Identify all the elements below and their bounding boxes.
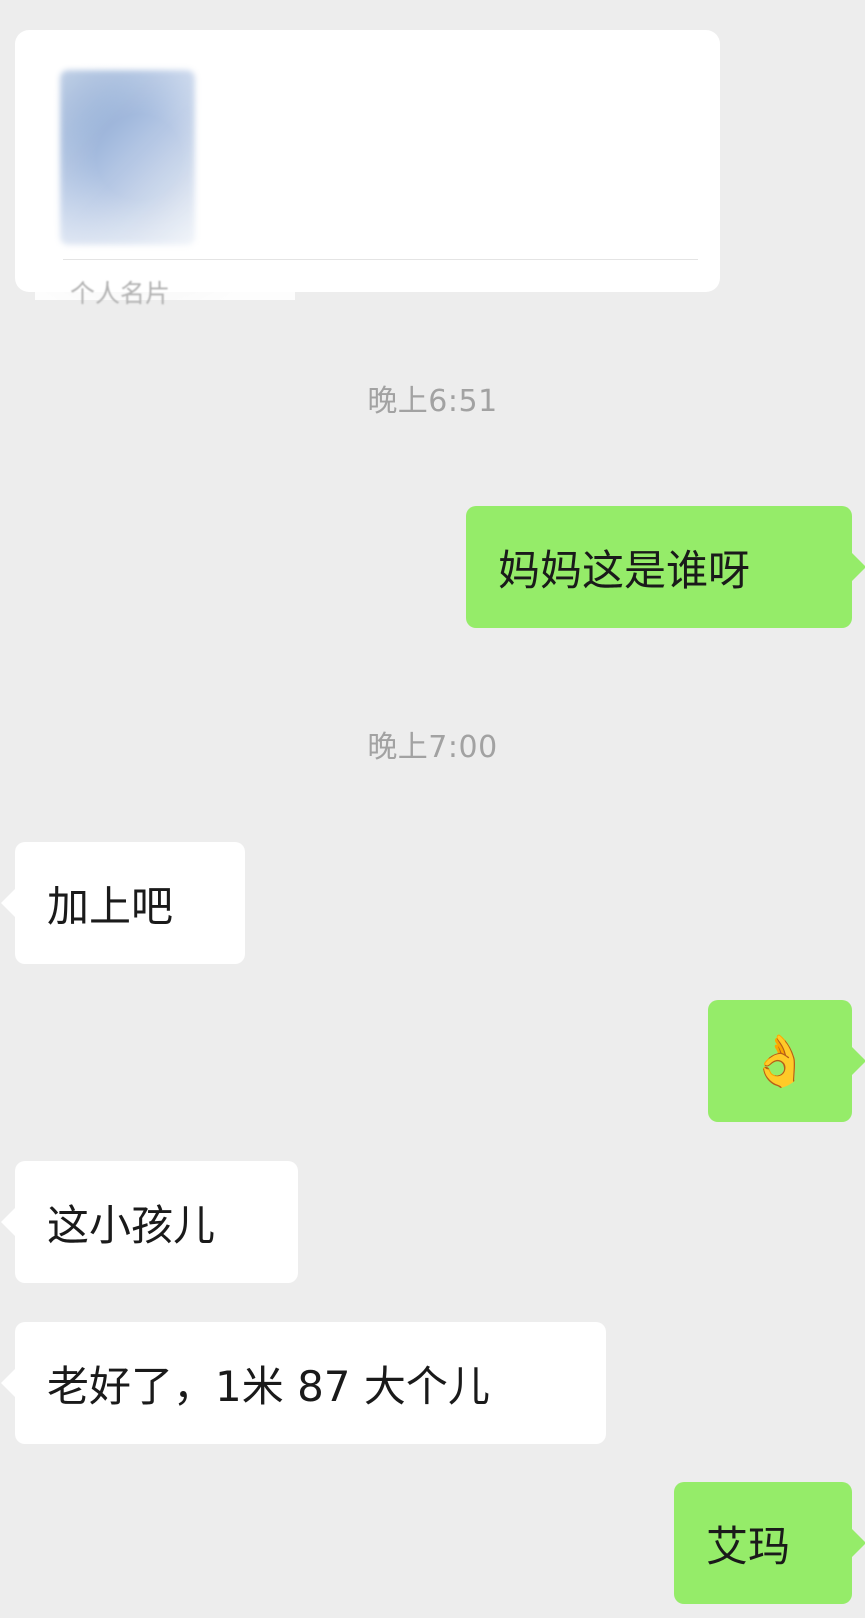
bubble-tail <box>1 889 15 917</box>
message-bubble-outgoing[interactable]: 艾玛 <box>674 1482 852 1604</box>
message-text: 妈妈这是谁呀 <box>498 545 751 595</box>
message-bubble-incoming[interactable]: 加上吧 <box>15 842 245 964</box>
bubble-tail <box>1 1208 15 1236</box>
message-text: 艾玛 <box>706 1521 791 1571</box>
bubble-tail <box>852 1047 865 1075</box>
message-bubble-outgoing[interactable]: 妈妈这是谁呀 <box>466 506 852 628</box>
message-text: 老好了，1米 87 大个儿 <box>47 1361 490 1411</box>
message-bubble-incoming[interactable]: 老好了，1米 87 大个儿 <box>15 1322 606 1444</box>
bubble-tail <box>852 553 865 581</box>
timestamp: 晚上6:51 <box>367 384 498 419</box>
contact-card-label: 个人名片 <box>70 279 171 308</box>
ok-hand-emoji-icon: 👌 <box>748 1032 812 1090</box>
timestamp: 晚上7:00 <box>367 730 498 765</box>
message-bubble-incoming[interactable]: 这小孩儿 <box>15 1161 298 1283</box>
contact-card-blur-overlay <box>35 40 295 300</box>
message-text: 加上吧 <box>47 881 174 931</box>
contact-card[interactable]: 个人名片 <box>15 30 720 308</box>
bubble-tail <box>1 1369 15 1397</box>
message-text: 这小孩儿 <box>47 1200 216 1250</box>
contact-card-divider <box>63 259 698 260</box>
message-bubble-outgoing[interactable]: 👌 <box>708 1000 852 1122</box>
bubble-tail <box>852 1529 865 1557</box>
